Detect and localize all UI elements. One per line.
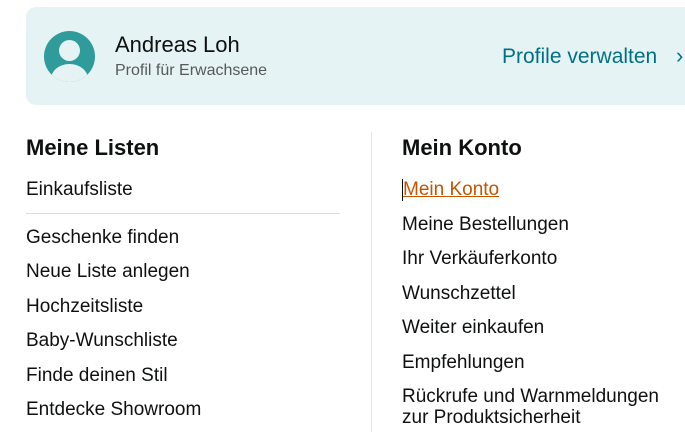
avatar-head bbox=[59, 40, 80, 61]
list-item-find-gifts[interactable]: Geschenke finden bbox=[26, 227, 179, 249]
account-item-seller-account[interactable]: Ihr Verkäuferkonto bbox=[402, 248, 557, 270]
lists-divider bbox=[26, 213, 340, 214]
manage-profiles-link[interactable]: Profile verwalten bbox=[502, 45, 657, 69]
profile-card: Andreas Loh Profil für Erwachsene Profil… bbox=[26, 7, 685, 105]
list-item-find-style[interactable]: Finde deinen Stil bbox=[26, 365, 168, 387]
profile-name: Andreas Loh bbox=[115, 32, 240, 57]
list-item-new-list[interactable]: Neue Liste anlegen bbox=[26, 261, 190, 283]
lists-heading: Meine Listen bbox=[26, 135, 160, 160]
account-item-recalls[interactable]: Rückrufe und Warnmeldungen bbox=[402, 386, 659, 408]
list-item-showroom[interactable]: Entdecke Showroom bbox=[26, 399, 201, 421]
account-item-my-account[interactable]: Mein Konto bbox=[402, 179, 499, 201]
avatar-shoulders bbox=[51, 64, 88, 82]
account-item-wishlist[interactable]: Wunschzettel bbox=[402, 283, 516, 305]
account-item-recalls-line2[interactable]: zur Produktsicherheit bbox=[402, 407, 580, 429]
profile-subtitle: Profil für Erwachsene bbox=[115, 62, 268, 79]
account-heading: Mein Konto bbox=[402, 135, 522, 160]
list-item-shopping-list[interactable]: Einkaufsliste bbox=[26, 179, 133, 201]
column-divider bbox=[371, 132, 372, 432]
account-item-orders[interactable]: Meine Bestellungen bbox=[402, 214, 569, 236]
list-item-baby-list[interactable]: Baby-Wunschliste bbox=[26, 330, 178, 352]
avatar-icon bbox=[44, 31, 95, 82]
list-item-wedding-list[interactable]: Hochzeitsliste bbox=[26, 296, 143, 318]
account-item-recommendations[interactable]: Empfehlungen bbox=[402, 352, 525, 374]
account-item-continue-shopping[interactable]: Weiter einkaufen bbox=[402, 317, 544, 339]
chevron-right-icon[interactable]: › bbox=[676, 43, 683, 69]
